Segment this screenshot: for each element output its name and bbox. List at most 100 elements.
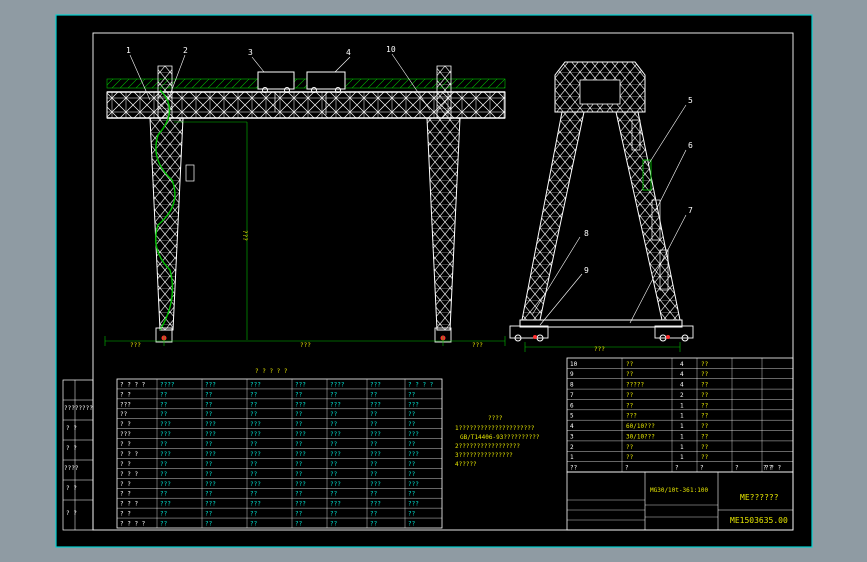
spec-cell: ? ? ? [120,501,138,508]
spec-cell: ??? [408,451,419,458]
parts-cell: ?? [701,413,709,420]
spec-cell: ??? [250,431,261,438]
parts-cell: 6 [570,402,574,409]
spec-cell: ?? [250,471,258,478]
spec-cell: ?? [408,521,416,528]
spec-cell: ??? [408,501,419,508]
spec-cell: ??? [160,451,171,458]
spec-cell: ??? [205,421,216,428]
spec-cell: ?? [205,521,213,528]
title-name: ME?????? [740,493,779,502]
parts-cell: 5 [570,413,574,420]
parts-cell: 2 [570,444,574,451]
spec-cell: ??? [370,481,381,488]
parts-cell: ?? [701,402,709,409]
spec-cell: ?? [408,441,416,448]
spec-cell: ?? [330,511,338,518]
parts-cell: 1 [680,423,684,430]
spec-cell: ?? [160,391,168,398]
note-line: 1????????????????????? [455,425,535,432]
spec-cell: ?? [330,491,338,498]
parts-cell: ?? [701,444,709,451]
spec-cell: ??? [330,501,341,508]
spec-cell: ?? [408,461,416,468]
title-spec: MG30/10t-36 [650,487,690,494]
note-line: 3??????????????? [455,452,513,459]
spec-cell: ?? [370,391,378,398]
spec-cell: ? ? [120,461,131,468]
parts-cell: ??? [626,413,637,420]
note-line: GB/T14406-93?????????? [460,434,540,441]
spec-cell: ??? [330,481,341,488]
spec-cell: ?? [370,411,378,418]
spec-cell: ?? [370,421,378,428]
spec-cell: ?? [370,441,378,448]
spec-cell: ?? [205,391,213,398]
spec-cell: ?? [330,461,338,468]
spec-cell: ??? [120,401,131,408]
note-line: 2????????????????? [455,443,520,450]
parts-cell: ?? [570,465,578,472]
spec-cell: ?? [205,511,213,518]
spec-cell: ??? [408,481,419,488]
parts-cell: ? [625,465,629,472]
spec-cell: ??? [205,431,216,438]
spec-cell: ?? [205,401,213,408]
parts-cell: ?? [701,361,709,368]
spec-cell: ? ? [120,391,131,398]
parts-cell: ?? [701,423,709,430]
spec-cell: ?? [205,411,213,418]
spec-cell: ??? [250,421,261,428]
spec-cell: ??? [250,501,261,508]
margin-label: ? ? [66,445,77,452]
spec-cell: ? ? [120,511,131,518]
spec-cell: ??? [295,431,306,438]
balloon: 1 [126,46,131,55]
spec-cell: ??? [205,501,216,508]
parts-cell: 1 [680,454,684,461]
spec-cell: ??? [408,431,419,438]
spec-cell: ??? [295,381,306,388]
trolley-3 [257,71,295,90]
parts-cell: 8 [570,382,574,389]
spec-cell: ?? [160,401,168,408]
spec-cell: ??? [250,451,261,458]
spec-cell: ??? [370,401,381,408]
parts-cell: ?? [701,382,709,389]
margin-label: ???????? [64,405,93,412]
spec-cell: ?? [250,411,258,418]
spec-cell: ?? [408,491,416,498]
spec-cell: ?? [295,511,303,518]
spec-cell: ?? [295,421,303,428]
parts-cell: 4 [680,361,684,368]
spec-cell: ??? [408,401,419,408]
parts-cell: ?? [701,392,709,399]
margin-label: ? ? [66,510,77,517]
spec-cell: ?? [160,471,168,478]
spec-cell: ?? [295,391,303,398]
spec-cell: ??? [330,431,341,438]
parts-cell: ? [700,465,704,472]
balloon: 8 [584,229,589,238]
spec-cell: ??? [160,501,171,508]
spec-cell: ??? [330,451,341,458]
dim-label: ??? [130,342,141,349]
spec-cell: ??? [330,401,341,408]
spec-cell: ?? [160,461,168,468]
trolley-4 [306,71,346,90]
parts-cell: ? [735,465,739,472]
spec-cell: ?? [408,511,416,518]
parts-cell: ????? [626,382,644,389]
spec-cell: ?? [160,441,168,448]
dim-label: ??? [300,342,311,349]
spec-cell: ?? [205,491,213,498]
spec-cell: ?? [160,491,168,498]
spec-cell: ?? [370,521,378,528]
balloon: 3 [248,48,253,57]
margin-label: ? ? [66,485,77,492]
balloon: 2 [183,46,188,55]
spec-cell: ?? [250,461,258,468]
balloon: 5 [688,96,693,105]
balloon: 7 [688,206,693,215]
spec-cell: ?? [295,471,303,478]
